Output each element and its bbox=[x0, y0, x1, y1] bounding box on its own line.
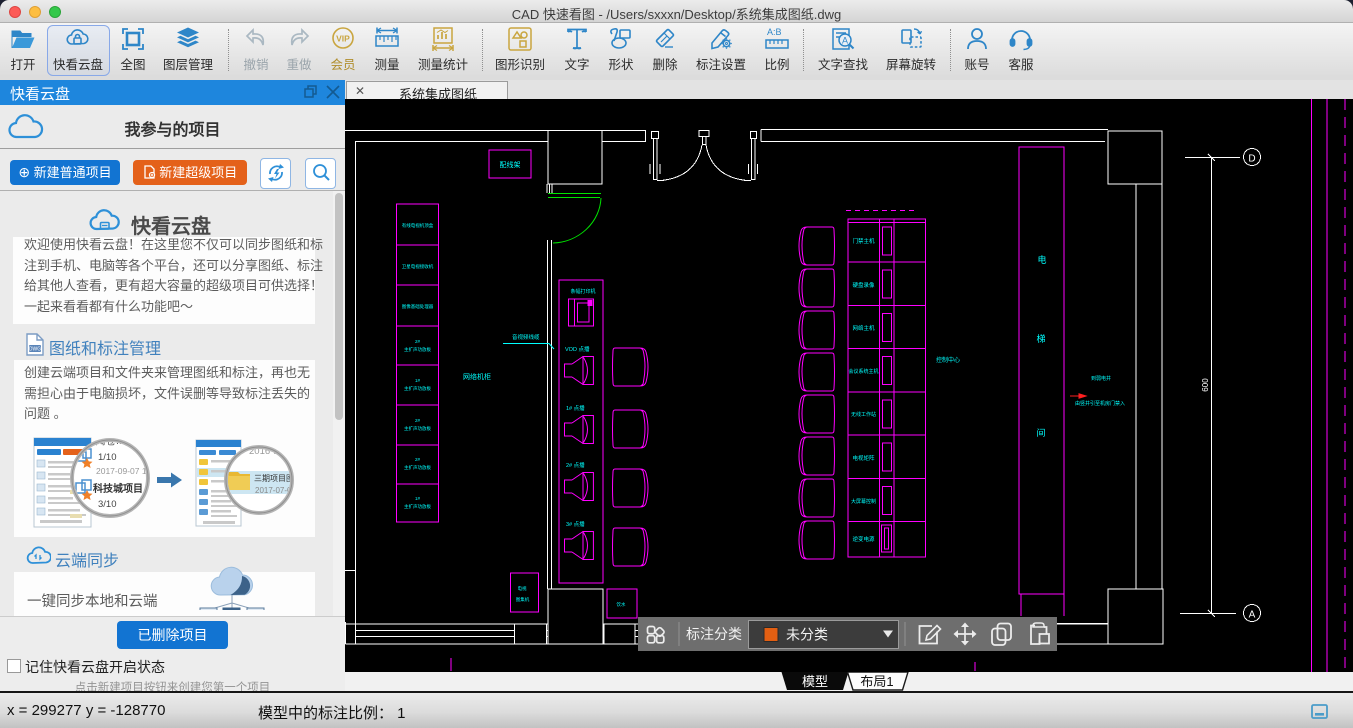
svg-text:电: 电 bbox=[1037, 254, 1046, 265]
svg-text:由竖井引至机房门禁入: 由竖井引至机房门禁入 bbox=[1075, 400, 1125, 407]
svg-text:2#: 2# bbox=[415, 339, 421, 344]
svg-text:大屏幕控制: 大屏幕控制 bbox=[851, 498, 876, 505]
svg-text:3# 点播: 3# 点播 bbox=[566, 520, 585, 528]
svg-text:A: A bbox=[1249, 610, 1256, 621]
svg-text:A: A bbox=[842, 36, 848, 46]
svg-text:未分类: 未分类 bbox=[786, 627, 828, 643]
svg-text:电视矩阵: 电视矩阵 bbox=[852, 454, 875, 462]
svg-text:主扩声功放板: 主扩声功放板 bbox=[404, 464, 431, 471]
svg-text:1#: 1# bbox=[415, 378, 421, 383]
svg-text:电视: 电视 bbox=[518, 585, 527, 592]
svg-text:模型: 模型 bbox=[802, 674, 828, 689]
svg-text:音视频线缆: 音视频线缆 bbox=[512, 333, 540, 341]
svg-text:卫星电视接收机: 卫星电视接收机 bbox=[402, 263, 434, 270]
svg-text:2#: 2# bbox=[415, 457, 421, 462]
svg-text:2# 点播: 2# 点播 bbox=[566, 461, 585, 469]
svg-text:DWG: DWG bbox=[29, 347, 41, 353]
svg-text:科技城项目: 科技城项目 bbox=[93, 482, 143, 495]
svg-text:有线电视机顶盒: 有线电视机顶盒 bbox=[402, 222, 434, 229]
svg-text:1# 点播: 1# 点播 bbox=[566, 404, 585, 412]
svg-text:无线工作站: 无线工作站 bbox=[851, 411, 876, 418]
svg-text:主扩声功放板: 主扩声功放板 bbox=[404, 503, 431, 510]
svg-text:布局1: 布局1 bbox=[860, 674, 893, 689]
svg-text:网络主机: 网络主机 bbox=[852, 324, 875, 332]
svg-text:配线架: 配线架 bbox=[500, 160, 521, 169]
svg-text:600: 600 bbox=[1201, 378, 1210, 392]
svg-text:条幅打印机: 条幅打印机 bbox=[570, 288, 595, 295]
svg-text:3/10: 3/10 bbox=[98, 499, 117, 510]
svg-text:硬盘录像: 硬盘录像 bbox=[852, 281, 875, 289]
svg-text:控制中心: 控制中心 bbox=[936, 356, 960, 364]
svg-text:主扩声功放板: 主扩声功放板 bbox=[404, 425, 431, 432]
svg-text:2017-09-07 1: 2017-09-07 1 bbox=[96, 466, 147, 476]
svg-text:A:B: A:B bbox=[767, 27, 782, 37]
svg-text:VIP: VIP bbox=[336, 34, 350, 44]
svg-text:会议系统主机: 会议系统主机 bbox=[848, 368, 878, 375]
svg-text:逆变电源: 逆变电源 bbox=[852, 535, 875, 543]
svg-text:图像基础处理器: 图像基础处理器 bbox=[402, 303, 434, 310]
svg-text:到弱电井: 到弱电井 bbox=[1091, 375, 1111, 382]
svg-text:间: 间 bbox=[1036, 427, 1045, 438]
svg-text:D: D bbox=[1248, 154, 1255, 165]
svg-text:图集机: 图集机 bbox=[516, 596, 530, 603]
svg-text:2#: 2# bbox=[415, 418, 421, 423]
svg-text:三期项目图纸: 三期项目图纸 bbox=[254, 473, 302, 483]
svg-text:标注分类: 标注分类 bbox=[686, 626, 742, 642]
svg-text:主扩声功放板: 主扩声功放板 bbox=[404, 385, 431, 392]
svg-text:门禁主机: 门禁主机 bbox=[852, 237, 875, 245]
svg-text:主扩声功放板: 主扩声功放板 bbox=[404, 346, 431, 353]
svg-text:梯: 梯 bbox=[1036, 333, 1045, 344]
svg-text:网络机柜: 网络机柜 bbox=[463, 372, 491, 381]
svg-text:1/10: 1/10 bbox=[98, 452, 117, 463]
svg-text:VOD 点播: VOD 点播 bbox=[565, 345, 590, 353]
svg-text:1#: 1# bbox=[415, 496, 421, 501]
svg-text:饮水: 饮水 bbox=[617, 601, 626, 608]
